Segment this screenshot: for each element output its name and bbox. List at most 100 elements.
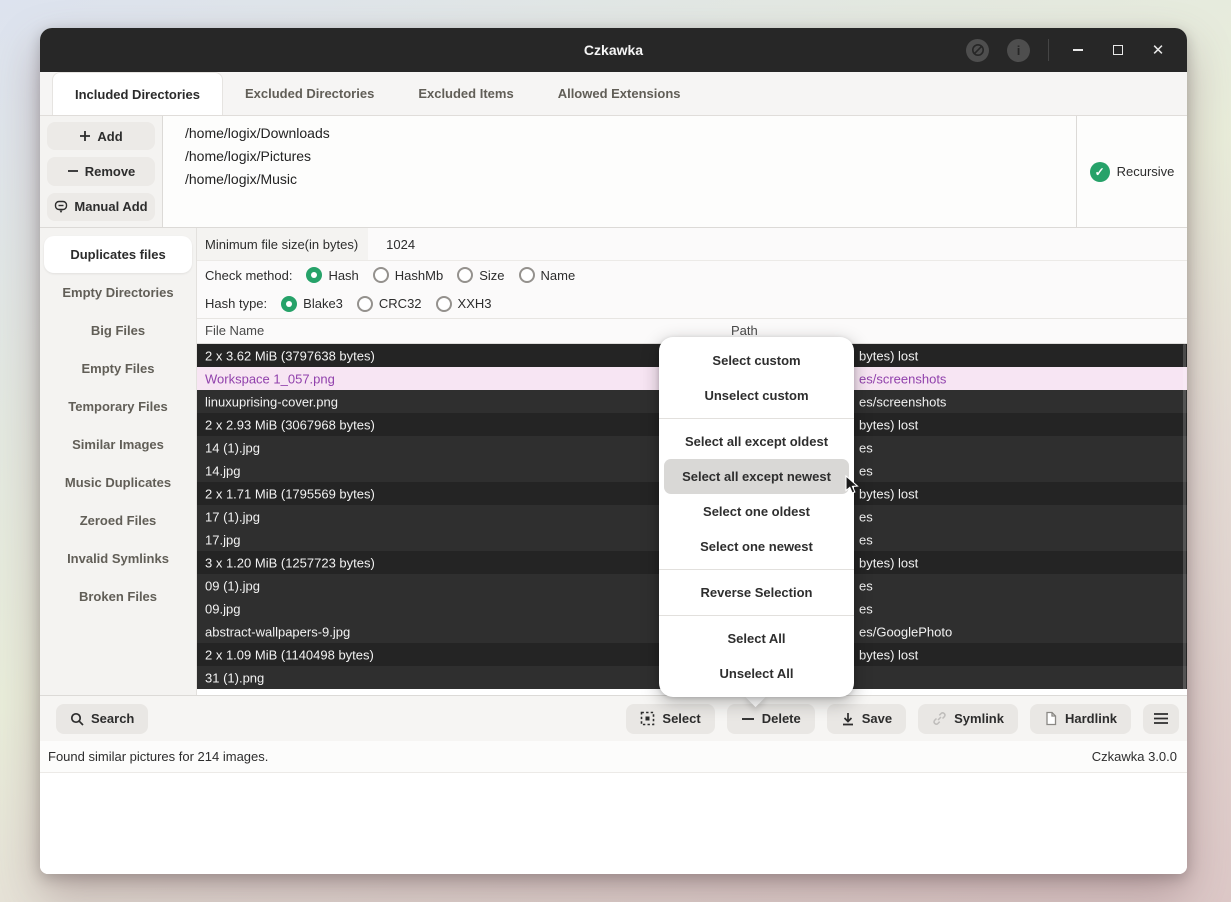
select-button[interactable]: Select [626, 704, 714, 734]
sidebar-item-empty-directories[interactable]: Empty Directories [40, 273, 196, 311]
remove-directory-button[interactable]: Remove [47, 157, 155, 185]
file-name-cell: 2 x 1.09 MiB (1140498 bytes) [205, 647, 374, 662]
menu-item-select-all-except-oldest[interactable]: Select all except oldest [664, 424, 849, 459]
select-popover-menu: Select custom Unselect custom Select all… [659, 337, 854, 697]
symlink-icon [932, 711, 947, 726]
hamburger-menu-button[interactable] [1143, 704, 1179, 734]
menu-separator [659, 418, 854, 419]
menu-item-reverse-selection[interactable]: Reverse Selection [664, 575, 849, 610]
included-directories-list[interactable]: /home/logix/Downloads /home/logix/Pictur… [162, 116, 1076, 227]
path-cell: es/screenshots [859, 394, 946, 409]
status-message: Found similar pictures for 214 images. [48, 749, 268, 764]
maximize-button[interactable] [1107, 39, 1129, 61]
path-cell: es [859, 440, 873, 455]
tab-excluded-items[interactable]: Excluded Items [396, 72, 535, 115]
search-button-label: Search [91, 711, 134, 726]
save-button-label: Save [862, 711, 892, 726]
minus-icon [67, 165, 79, 177]
file-name-cell: 3 x 1.20 MiB (1257723 bytes) [205, 555, 375, 570]
delete-button[interactable]: Delete [727, 704, 815, 734]
file-name-cell: linuxuprising-cover.png [205, 394, 338, 409]
radio-crc32[interactable] [357, 296, 373, 312]
directories-panel: Add Remove Manual Add /home/logix/Downlo… [40, 116, 1187, 228]
status-bar: Found similar pictures for 214 images. C… [40, 741, 1187, 773]
file-name-cell: abstract-wallpapers-9.jpg [205, 624, 350, 639]
min-size-input[interactable]: 1024 [368, 228, 1187, 260]
menu-separator [659, 569, 854, 570]
radio-xxh3-label: XXH3 [458, 296, 492, 311]
titlebar: Czkawka i ✕ [40, 28, 1187, 72]
path-cell: bytes) lost [859, 647, 918, 662]
sidebar-item-temporary-files[interactable]: Temporary Files [40, 387, 196, 425]
path-cell: bytes) lost [859, 486, 918, 501]
tab-allowed-extensions[interactable]: Allowed Extensions [536, 72, 703, 115]
file-name-cell: Workspace 1_057.png [205, 371, 335, 386]
radio-blake3[interactable] [281, 296, 297, 312]
menu-item-select-one-oldest[interactable]: Select one oldest [664, 494, 849, 529]
table-scrollbar[interactable] [1183, 344, 1186, 695]
menu-separator [659, 615, 854, 616]
menu-item-select-all[interactable]: Select All [664, 621, 849, 656]
search-button[interactable]: Search [56, 704, 148, 734]
info-icon[interactable]: i [1007, 39, 1030, 62]
hardlink-button[interactable]: Hardlink [1030, 704, 1131, 734]
radio-name-label: Name [541, 268, 576, 283]
stop-icon[interactable] [966, 39, 989, 62]
sidebar-item-zeroed-files[interactable]: Zeroed Files [40, 501, 196, 539]
tab-included-directories[interactable]: Included Directories [52, 72, 223, 115]
radio-xxh3[interactable] [436, 296, 452, 312]
delete-icon [741, 712, 755, 726]
radio-hashmb[interactable] [373, 267, 389, 283]
sidebar-item-music-duplicates[interactable]: Music Duplicates [40, 463, 196, 501]
recursive-label: Recursive [1117, 164, 1175, 179]
app-window: Czkawka i ✕ Included Directories Exclude… [40, 28, 1187, 874]
column-path[interactable]: Path [731, 323, 758, 338]
menu-item-select-one-newest[interactable]: Select one newest [664, 529, 849, 564]
sidebar-item-duplicates-files[interactable]: Duplicates files [44, 236, 192, 273]
sidebar-item-invalid-symlinks[interactable]: Invalid Symlinks [40, 539, 196, 577]
directory-entry[interactable]: /home/logix/Pictures [185, 145, 1076, 168]
column-file-name[interactable]: File Name [205, 323, 264, 338]
menu-item-select-custom[interactable]: Select custom [664, 343, 849, 378]
minimize-button[interactable] [1067, 39, 1089, 61]
sidebar-item-similar-images[interactable]: Similar Images [40, 425, 196, 463]
close-button[interactable]: ✕ [1147, 39, 1169, 61]
path-cell: es [859, 578, 873, 593]
add-button-label: Add [97, 129, 122, 144]
file-name-cell: 17 (1).jpg [205, 509, 260, 524]
hamburger-icon [1153, 712, 1169, 725]
menu-item-select-all-except-newest[interactable]: Select all except newest [664, 459, 849, 494]
sidebar-item-empty-files[interactable]: Empty Files [40, 349, 196, 387]
path-cell: bytes) lost [859, 417, 918, 432]
symlink-button-label: Symlink [954, 711, 1004, 726]
recursive-checkbox[interactable]: ✓ [1090, 162, 1110, 182]
tab-excluded-directories[interactable]: Excluded Directories [223, 72, 396, 115]
path-cell: es/GooglePhoto [859, 624, 952, 639]
recursive-panel: ✓ Recursive [1076, 116, 1187, 227]
save-button[interactable]: Save [827, 704, 906, 734]
menu-item-unselect-all[interactable]: Unselect All [664, 656, 849, 691]
min-size-label: Minimum file size(in bytes) [197, 237, 368, 252]
menu-item-unselect-custom[interactable]: Unselect custom [664, 378, 849, 413]
file-name-cell: 2 x 3.62 MiB (3797638 bytes) [205, 348, 375, 363]
delete-button-label: Delete [762, 711, 801, 726]
manual-add-button[interactable]: Manual Add [47, 193, 155, 221]
path-cell: es [859, 509, 873, 524]
check-method-label: Check method: [205, 268, 292, 283]
directory-entry[interactable]: /home/logix/Downloads [185, 122, 1076, 145]
radio-hash[interactable] [306, 267, 322, 283]
sidebar-item-broken-files[interactable]: Broken Files [40, 577, 196, 615]
directory-entry[interactable]: /home/logix/Music [185, 168, 1076, 191]
min-size-row: Minimum file size(in bytes) 1024 [197, 228, 1187, 261]
radio-name[interactable] [519, 267, 535, 283]
select-icon [640, 711, 655, 726]
symlink-button[interactable]: Symlink [918, 704, 1018, 734]
file-name-cell: 2 x 2.93 MiB (3067968 bytes) [205, 417, 375, 432]
add-directory-button[interactable]: Add [47, 122, 155, 150]
radio-size[interactable] [457, 267, 473, 283]
manual-add-icon [54, 200, 68, 214]
hardlink-icon [1044, 711, 1058, 726]
path-cell: es [859, 532, 873, 547]
hash-type-label: Hash type: [205, 296, 267, 311]
sidebar-item-big-files[interactable]: Big Files [40, 311, 196, 349]
